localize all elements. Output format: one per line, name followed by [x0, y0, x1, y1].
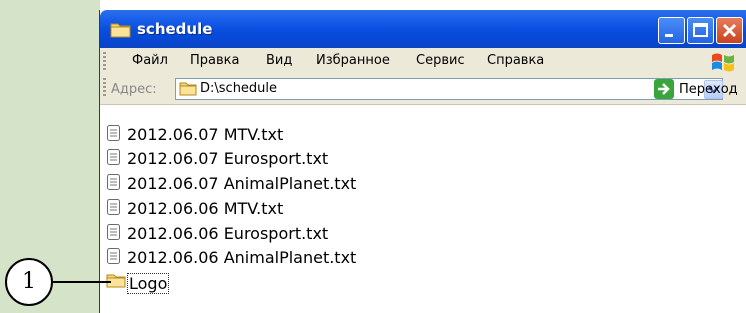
- menu-edit[interactable]: Правка: [190, 53, 239, 68]
- file-name: 2012.06.07 AnimalPlanet.txt: [127, 174, 357, 193]
- file-name: 2012.06.06 Eurosport.txt: [127, 224, 329, 243]
- menu-bar: Файл Правка Вид Избранное Сервис Справка: [100, 48, 746, 75]
- address-input[interactable]: D:\schedule: [175, 78, 723, 100]
- file-name: 2012.06.06 AnimalPlanet.txt: [127, 248, 357, 267]
- menu-tools[interactable]: Сервис: [416, 53, 465, 68]
- maximize-icon: [693, 23, 708, 37]
- go-button[interactable]: [654, 79, 674, 99]
- close-icon: [722, 23, 737, 38]
- menu-file[interactable]: Файл: [132, 53, 168, 68]
- menu-help[interactable]: Справка: [487, 53, 544, 68]
- toolbar-grip[interactable]: [103, 78, 106, 96]
- folder-icon: [106, 274, 126, 288]
- address-label: Адрес:: [111, 82, 157, 97]
- minimize-icon: [665, 34, 673, 37]
- text-file-icon: [107, 248, 120, 264]
- window-title: schedule: [137, 20, 213, 38]
- go-label[interactable]: Переход: [679, 82, 738, 97]
- title-bar[interactable]: schedule: [100, 10, 746, 48]
- folder-icon: [110, 23, 131, 38]
- maximize-button[interactable]: [687, 17, 714, 44]
- file-name: Logo: [127, 273, 170, 294]
- file-name: 2012.06.06 MTV.txt: [127, 199, 284, 218]
- text-file-icon: [107, 224, 120, 240]
- windows-logo-icon: [712, 53, 734, 72]
- folder-icon: [179, 82, 197, 96]
- menu-favorites[interactable]: Избранное: [316, 53, 390, 68]
- callout-marker: 1: [5, 258, 53, 306]
- toolbar-grip[interactable]: [103, 52, 106, 70]
- address-bar: Адрес: D:\schedule Переход: [100, 74, 746, 105]
- text-file-icon: [107, 199, 120, 215]
- minimize-button[interactable]: [658, 17, 685, 44]
- file-name: 2012.06.07 Eurosport.txt: [127, 149, 329, 168]
- go-arrow-icon: [654, 79, 674, 99]
- callout-line: [53, 281, 111, 283]
- callout-number: 1: [22, 269, 36, 294]
- address-value: D:\schedule: [200, 81, 278, 96]
- text-file-icon: [107, 174, 120, 190]
- close-button[interactable]: [716, 17, 743, 44]
- text-file-icon: [107, 125, 120, 141]
- text-file-icon: [107, 149, 120, 165]
- menu-view[interactable]: Вид: [266, 53, 292, 68]
- file-name: 2012.06.07 MTV.txt: [127, 125, 284, 144]
